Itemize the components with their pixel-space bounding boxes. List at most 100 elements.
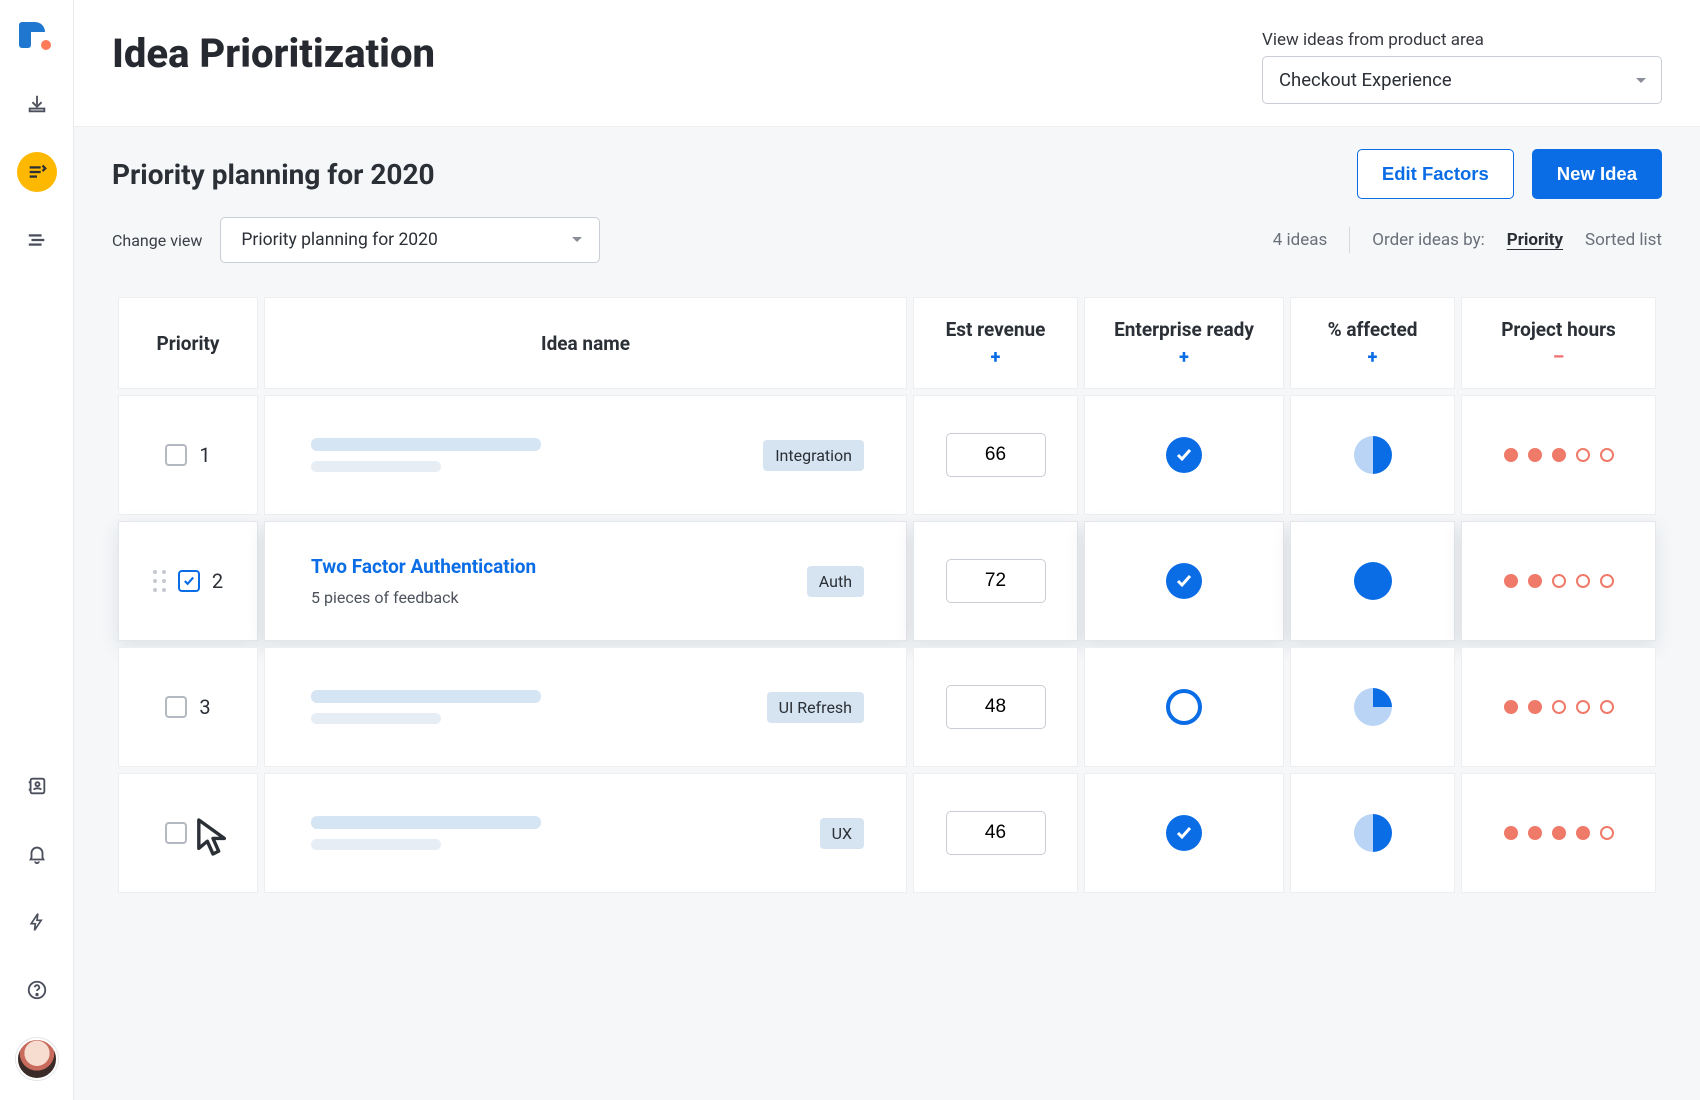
enterprise-ready-toggle[interactable] [1166,689,1202,725]
est-revenue-input[interactable] [946,811,1046,855]
col-project-hours-label: Project hours [1501,318,1616,341]
skeleton-title [311,816,541,829]
pct-affected-indicator[interactable] [1354,688,1392,726]
priority-number: 1 [199,443,210,467]
inbox-icon[interactable] [17,84,57,124]
skeleton-title [311,438,541,451]
product-area-select[interactable]: Checkout Experience [1262,56,1662,104]
hours-dot [1600,700,1614,714]
row-checkbox[interactable] [165,444,187,466]
priority-number: 3 [199,695,210,719]
col-est-revenue-label: Est revenue [946,318,1046,341]
idea-tag[interactable]: Auth [807,566,864,597]
hours-dot [1504,700,1518,714]
enterprise-ready-cell [1084,647,1284,767]
hours-dot [1528,448,1542,462]
row-checkbox[interactable] [165,822,187,844]
priority-cell: 1 [118,395,258,515]
user-avatar[interactable] [16,1038,58,1080]
col-idea-name[interactable]: Idea name [264,297,907,389]
skeleton-subtitle [311,839,441,850]
hours-dot [1504,826,1518,840]
hours-dot [1528,574,1542,588]
order-by-priority-link[interactable]: Priority [1507,230,1563,250]
table-row: 3 UI Refresh [118,647,1656,767]
row-checkbox[interactable] [165,696,187,718]
project-hours-cell [1461,395,1656,515]
pct-affected-cell [1290,521,1455,641]
est-revenue-input[interactable] [946,685,1046,729]
plus-icon: + [928,347,1063,368]
idea-tag[interactable]: UI Refresh [767,692,864,723]
hours-dot [1552,700,1566,714]
sorted-list-label[interactable]: Sorted list [1585,230,1662,250]
planning-title: Priority planning for 2020 [112,158,435,191]
skeleton-title [311,690,541,703]
idea-tag[interactable]: UX [820,818,864,849]
main-area: Idea Prioritization View ideas from prod… [74,0,1700,1100]
project-hours-indicator[interactable] [1476,448,1641,462]
plus-icon: + [1099,347,1269,368]
col-pct-affected[interactable]: % affected + [1290,297,1455,389]
project-hours-cell [1461,521,1656,641]
project-hours-indicator[interactable] [1476,700,1641,714]
col-project-hours[interactable]: Project hours – [1461,297,1656,389]
help-icon[interactable] [17,970,57,1010]
idea-subtitle: 5 pieces of feedback [311,588,536,607]
product-area-picker: View ideas from product area Checkout Ex… [1262,30,1662,104]
new-idea-button[interactable]: New Idea [1532,149,1662,199]
project-hours-indicator[interactable] [1476,574,1641,588]
app-logo [19,20,55,56]
view-select[interactable]: Priority planning for 2020 [220,217,600,263]
enterprise-ready-cell [1084,521,1284,641]
hours-dot [1552,574,1566,588]
hours-dot [1600,826,1614,840]
hours-dot [1552,448,1566,462]
edit-factors-button[interactable]: Edit Factors [1357,149,1514,199]
project-hours-indicator[interactable] [1476,826,1641,840]
est-revenue-cell [913,395,1078,515]
product-area-value: Checkout Experience [1279,69,1452,91]
hours-dot [1504,574,1518,588]
pct-affected-cell [1290,395,1455,515]
contacts-icon[interactable] [17,766,57,806]
enterprise-ready-cell [1084,395,1284,515]
priority-cell: 4 [118,773,258,893]
hours-dot [1600,574,1614,588]
minus-icon: – [1476,347,1641,368]
change-view-label: Change view [112,231,202,250]
power-icon[interactable] [17,902,57,942]
est-revenue-input[interactable] [946,559,1046,603]
idea-tag[interactable]: Integration [763,440,864,471]
col-enterprise-ready[interactable]: Enterprise ready + [1084,297,1284,389]
idea-cell[interactable]: UX [264,773,907,893]
skeleton-subtitle [311,461,441,472]
idea-title-link[interactable]: Two Factor Authentication [311,555,536,578]
enterprise-ready-toggle[interactable] [1166,437,1202,473]
enterprise-ready-toggle[interactable] [1166,815,1202,851]
idea-cell[interactable]: Two Factor Authentication 5 pieces of fee… [264,521,907,641]
roadmap-icon[interactable] [17,220,57,260]
pct-affected-indicator[interactable] [1354,436,1392,474]
prioritize-icon[interactable] [17,152,57,192]
drag-handle-icon[interactable] [153,570,166,592]
col-priority[interactable]: Priority [118,297,258,389]
enterprise-ready-toggle[interactable] [1166,563,1202,599]
table-row: 4 UX [118,773,1656,893]
notifications-icon[interactable] [17,834,57,874]
product-area-label: View ideas from product area [1262,30,1662,50]
idea-cell[interactable]: Integration [264,395,907,515]
sidebar [0,0,74,1100]
hours-dot [1504,448,1518,462]
hours-dot [1528,826,1542,840]
row-checkbox[interactable] [178,570,200,592]
col-enterprise-ready-label: Enterprise ready [1114,318,1254,341]
col-est-revenue[interactable]: Est revenue + [913,297,1078,389]
est-revenue-cell [913,521,1078,641]
pct-affected-indicator[interactable] [1354,562,1392,600]
est-revenue-input[interactable] [946,433,1046,477]
idea-cell[interactable]: UI Refresh [264,647,907,767]
pct-affected-indicator[interactable] [1354,814,1392,852]
priority-number: 4 [199,821,210,845]
table-row: 2Two Factor Authentication5 pieces of fe… [118,521,1656,641]
